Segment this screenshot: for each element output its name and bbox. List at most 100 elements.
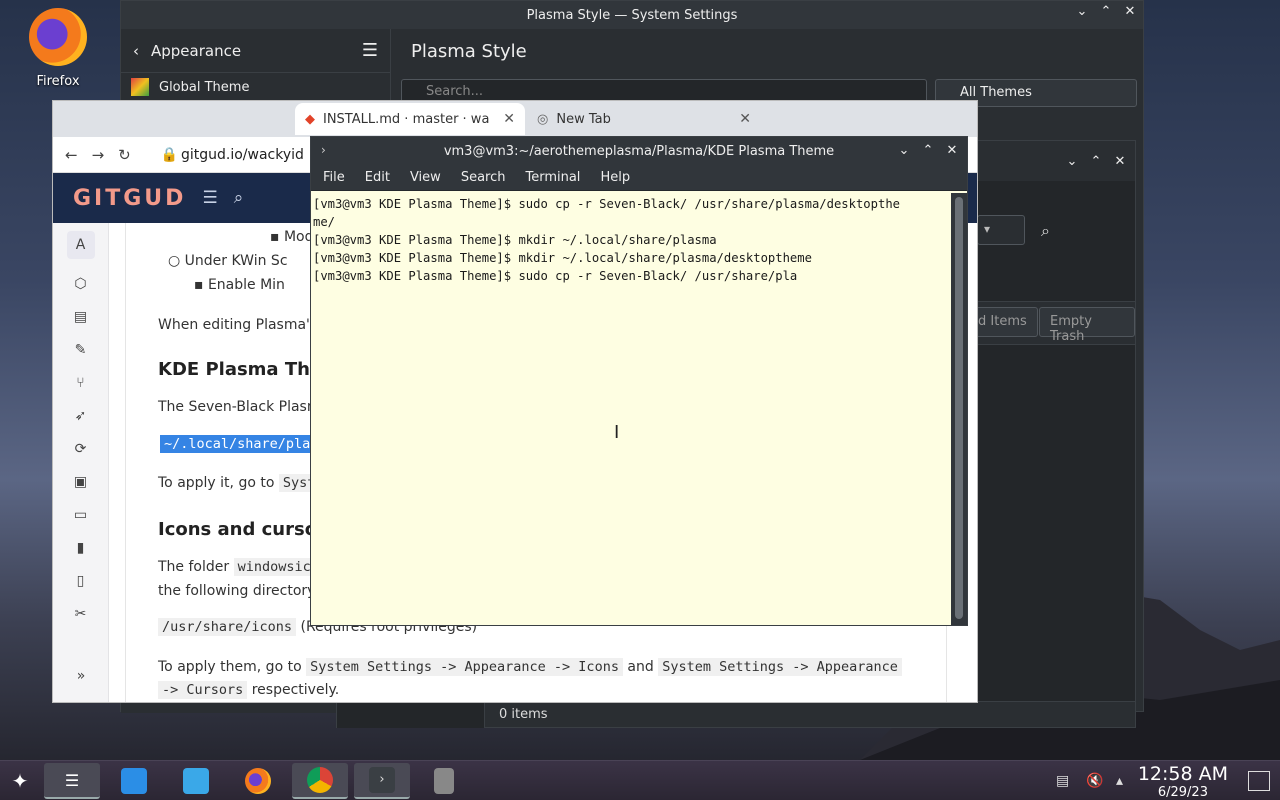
- wiki-icon[interactable]: ▯: [53, 564, 108, 597]
- expand-sidebar-icon[interactable]: »: [53, 659, 109, 692]
- menu-file[interactable]: File: [317, 170, 351, 185]
- back-arrow-icon[interactable]: ‹: [133, 42, 139, 60]
- minimize-icon[interactable]: ⌄: [1065, 155, 1079, 169]
- clock[interactable]: 12:58 AM 6/29/23: [1138, 763, 1228, 800]
- empty-trash-button[interactable]: Empty Trash: [1039, 307, 1135, 344]
- chrome-icon: [307, 767, 333, 793]
- firefox-icon: [29, 8, 87, 66]
- code-path: ~/.local/share/pla: [160, 435, 315, 453]
- merge-requests-icon[interactable]: ⑂: [53, 366, 108, 399]
- terminal-icon: ›: [369, 767, 395, 793]
- repository-icon[interactable]: ▤: [53, 300, 108, 333]
- paragraph: The Seven-Black Plasma: [158, 399, 330, 415]
- taskbar: ✦ ☰ › ▤ 🔇 ▴ 12:58 AM 6/29/23: [0, 760, 1280, 800]
- reload-icon[interactable]: ↻: [118, 146, 131, 164]
- taskbar-trash[interactable]: [416, 763, 472, 799]
- tab-strip: ◆ INSTALL.md · master · wacky ✕ ◎ New Ta…: [53, 101, 977, 137]
- project-avatar[interactable]: A: [66, 231, 95, 259]
- menu-help[interactable]: Help: [594, 170, 636, 185]
- forward-icon[interactable]: →: [92, 146, 105, 164]
- menu-edit[interactable]: Edit: [359, 170, 396, 185]
- firefox-icon: [245, 768, 271, 794]
- inline-code: -> Cursors: [158, 681, 248, 699]
- maximize-icon[interactable]: ⌃: [1089, 155, 1103, 169]
- taskbar-discover[interactable]: [106, 763, 162, 799]
- terminal-line: me/: [313, 215, 336, 229]
- terminal-scrollbar[interactable]: [951, 193, 967, 625]
- close-tab-icon[interactable]: ✕: [503, 111, 515, 127]
- close-icon[interactable]: ✕: [1123, 5, 1137, 19]
- paragraph: the following directory:: [158, 583, 320, 599]
- inline-code: System Settings -> Appearance: [658, 658, 902, 676]
- menu-search[interactable]: Search: [455, 170, 512, 185]
- minimize-icon[interactable]: ⌄: [897, 144, 911, 158]
- taskbar-firefox[interactable]: [230, 763, 286, 799]
- close-tab-icon[interactable]: ✕: [739, 111, 751, 127]
- back-icon[interactable]: ←: [65, 146, 78, 164]
- url-field[interactable]: 🔒 gitgud.io/wackyid: [161, 147, 304, 163]
- view-mode-select[interactable]: ▾: [977, 215, 1025, 245]
- clock-date: 6/29/23: [1157, 785, 1208, 800]
- folder-icon: [183, 768, 209, 794]
- application-launcher-icon[interactable]: ✦: [0, 763, 40, 799]
- volume-muted-icon[interactable]: 🔇: [1086, 773, 1103, 789]
- search-icon[interactable]: ⌕: [234, 188, 244, 208]
- taskbar-terminal[interactable]: ›: [354, 763, 410, 799]
- tab-new-tab[interactable]: ◎ New Tab ✕: [527, 103, 761, 135]
- global-theme-icon: [131, 78, 149, 96]
- paragraph: When editing Plasma's: [158, 317, 318, 333]
- inline-code: System Settings -> Appearance -> Icons: [306, 658, 623, 676]
- menu-terminal[interactable]: Terminal: [519, 170, 586, 185]
- close-icon[interactable]: ✕: [1113, 155, 1127, 169]
- sidebar-back-label[interactable]: Appearance: [151, 42, 241, 60]
- taskbar-chrome[interactable]: [292, 763, 348, 799]
- paragraph: To apply it, go to: [158, 475, 275, 491]
- paragraph: The folder: [158, 559, 230, 575]
- settings-titlebar[interactable]: Plasma Style — System Settings ⌄ ⌃ ✕: [121, 1, 1143, 29]
- minimize-icon[interactable]: ⌄: [1075, 5, 1089, 19]
- clock-time: 12:58 AM: [1137, 763, 1228, 785]
- status-bar: 0 items: [337, 701, 1135, 728]
- list-item: Enable Min: [207, 277, 285, 293]
- terminal-titlebar[interactable]: › vm3@vm3:~/aerothemeplasma/Plasma/KDE P…: [311, 137, 967, 165]
- deploy-icon[interactable]: ➶: [53, 399, 108, 432]
- snippets-icon[interactable]: ✂: [53, 597, 108, 630]
- terminal-line: [vm3@vm3 KDE Plasma Theme]$ sudo cp -r S…: [313, 197, 900, 211]
- issues-icon[interactable]: ✎: [53, 333, 108, 366]
- search-icon[interactable]: ⌕: [1041, 221, 1050, 241]
- gitlab-icon: ◆: [305, 111, 315, 127]
- hamburger-menu-icon[interactable]: ☰: [362, 40, 378, 61]
- list-item: Under KWin Sc: [184, 253, 288, 269]
- menu-view[interactable]: View: [404, 170, 447, 185]
- taskbar-file-manager[interactable]: [168, 763, 224, 799]
- paragraph: and: [627, 659, 654, 675]
- close-icon[interactable]: ✕: [945, 144, 959, 158]
- tray-expand-icon[interactable]: ▴: [1116, 773, 1123, 789]
- filter-label: All Themes: [960, 85, 1032, 100]
- maximize-icon[interactable]: ⌃: [1099, 5, 1113, 19]
- terminal-icon: ›: [321, 143, 326, 157]
- packages-icon[interactable]: ▣: [53, 465, 108, 498]
- sidebar-item-label: Global Theme: [159, 79, 250, 95]
- taskbar-system-settings[interactable]: ☰: [44, 763, 100, 799]
- ci-cd-icon[interactable]: ⟳: [53, 432, 108, 465]
- maximize-icon[interactable]: ⌃: [921, 144, 935, 158]
- menu-icon[interactable]: ☰: [202, 188, 217, 208]
- clipboard-icon[interactable]: ▤: [1056, 773, 1069, 789]
- terminal-window: › vm3@vm3:~/aerothemeplasma/Plasma/KDE P…: [310, 136, 968, 626]
- settings-window-title: Plasma Style — System Settings: [526, 7, 738, 23]
- desktop-firefox-shortcut[interactable]: Firefox: [22, 8, 94, 89]
- page-title: Plasma Style: [411, 40, 527, 62]
- terminal-output[interactable]: [vm3@vm3 KDE Plasma Theme]$ sudo cp -r S…: [311, 193, 953, 625]
- project-overview-icon[interactable]: ⬡: [53, 267, 108, 300]
- tab-install-md[interactable]: ◆ INSTALL.md · master · wacky ✕: [295, 103, 525, 135]
- paragraph: To apply them, go to: [158, 659, 302, 675]
- sidebar-item-global-theme[interactable]: Global Theme: [121, 73, 390, 101]
- project-sidebar: A ⬡ ▤ ✎ ⑂ ➶ ⟳ ▣ ▭ ▮ ▯ ✂ »: [53, 223, 109, 702]
- monitor-icon[interactable]: ▭: [53, 498, 108, 531]
- show-desktop-button[interactable]: [1244, 763, 1274, 799]
- analytics-icon[interactable]: ▮: [53, 531, 108, 564]
- show-desktop-icon: [1248, 771, 1270, 791]
- inline-code: /usr/share/icons: [158, 618, 297, 636]
- gitgud-logo[interactable]: GITGUD: [73, 186, 186, 211]
